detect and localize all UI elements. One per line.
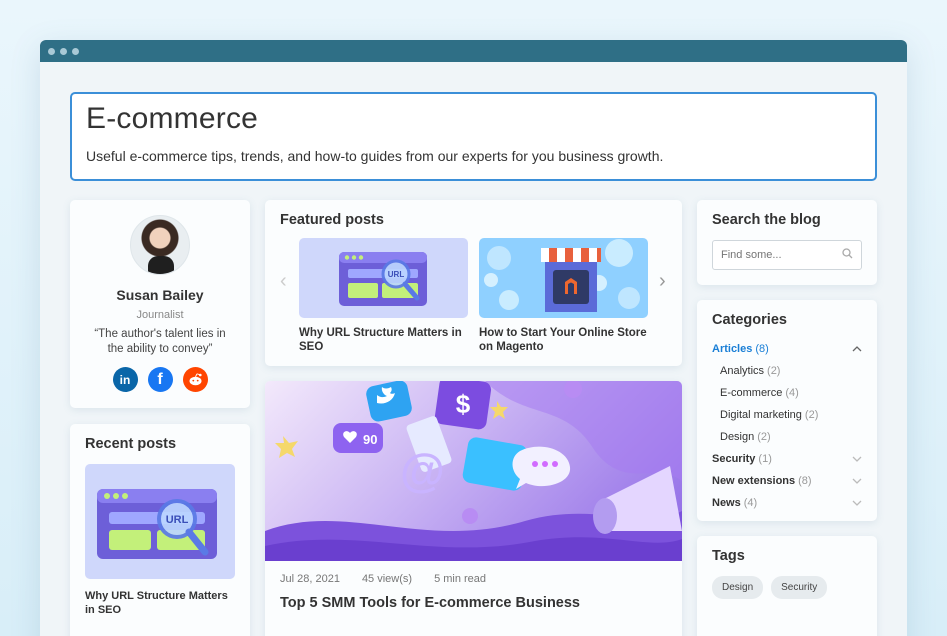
category-item-analytics[interactable]: Analytics (2): [712, 360, 862, 382]
category-label[interactable]: Design: [720, 431, 754, 443]
post-card[interactable]: 90 $ @ Jul 28, 2021 45 view(s) 5 min rea…: [265, 381, 682, 636]
reddit-alien-glyph: [189, 373, 202, 386]
category-count: (8): [755, 343, 769, 355]
categories-list: Articles (8) Analytics (2) E-commerce (4) D…: [712, 338, 862, 514]
svg-text:$: $: [456, 389, 471, 419]
chevron-up-icon[interactable]: [852, 344, 862, 354]
smm-illustration: 90 $ @: [265, 381, 682, 561]
category-item-articles[interactable]: Articles (8): [712, 338, 862, 360]
window-control-dot[interactable]: [60, 47, 67, 55]
featured-post-title[interactable]: How to Start Your Online Store on Magent…: [479, 326, 648, 354]
categories-heading: Categories: [712, 312, 787, 328]
category-label[interactable]: Articles: [712, 343, 752, 355]
post-banner-image[interactable]: 90 $ @: [265, 381, 682, 561]
social-links: in f: [70, 367, 250, 392]
avatar[interactable]: [130, 215, 190, 275]
page-subtitle: Useful e-commerce tips, trends, and how-…: [86, 148, 664, 164]
recent-post-title[interactable]: Why URL Structure Matters in SEO: [85, 589, 235, 617]
svg-text:URL: URL: [388, 270, 405, 279]
featured-post-image[interactable]: URL: [299, 238, 468, 318]
category-count: (2): [757, 431, 771, 443]
browser-window: E-commerce Useful e-commerce tips, trend…: [40, 40, 907, 636]
page-title: E-commerce: [86, 102, 259, 135]
category-label[interactable]: Security: [712, 453, 755, 465]
category-header: E-commerce Useful e-commerce tips, trend…: [70, 92, 877, 181]
post-views: 45 view(s): [361, 573, 413, 585]
category-label[interactable]: New extensions: [712, 475, 795, 487]
search-input[interactable]: [721, 249, 831, 261]
category-count: (8): [798, 475, 812, 487]
category-label[interactable]: News: [712, 497, 741, 509]
chevron-down-icon[interactable]: [852, 498, 862, 508]
author-role: Journalist: [136, 309, 184, 321]
like-count: 90: [363, 432, 377, 447]
category-count: (2): [767, 365, 781, 377]
recent-posts-card: Recent posts URL Why URL Structure Matte…: [70, 424, 250, 636]
categories-card: Categories Articles (8) Analytics (2) E-co…: [697, 300, 877, 521]
post-meta: Jul 28, 2021 45 view(s) 5 min read: [280, 573, 667, 585]
tag-security[interactable]: Security: [771, 576, 828, 599]
featured-post-image[interactable]: [479, 238, 648, 318]
recent-posts-heading: Recent posts: [85, 436, 177, 452]
category-label[interactable]: Digital marketing: [720, 409, 802, 421]
url-illustration: URL: [339, 252, 427, 306]
chevron-right-icon[interactable]: ›: [659, 270, 667, 293]
search-card: Search the blog: [697, 200, 877, 285]
svg-text:URL: URL: [166, 514, 189, 526]
search-icon[interactable]: [842, 248, 853, 262]
post-read-time: 5 min read: [434, 573, 487, 585]
chevron-down-icon[interactable]: [852, 454, 862, 464]
featured-posts-heading: Featured posts: [280, 212, 384, 228]
author-name[interactable]: Susan Bailey: [70, 287, 250, 303]
category-item-design[interactable]: Design (2): [712, 426, 862, 448]
category-count: (4): [743, 497, 758, 509]
post-title[interactable]: Top 5 SMM Tools for E-commerce Business: [280, 595, 667, 611]
category-item-security[interactable]: Security (1): [712, 448, 862, 470]
category-count: (1): [758, 453, 772, 465]
chevron-left-icon[interactable]: ‹: [280, 270, 288, 293]
post-date: Jul 28, 2021: [280, 573, 340, 585]
magento-store-illustration: [484, 239, 640, 312]
category-item-ecommerce[interactable]: E-commerce (4): [712, 382, 862, 404]
tags-heading: Tags: [712, 548, 745, 564]
window-control-dot[interactable]: [72, 47, 79, 55]
recent-post-image[interactable]: URL: [85, 464, 235, 579]
chevron-down-icon[interactable]: [852, 476, 862, 486]
svg-text:@: @: [400, 444, 445, 496]
author-card: Susan Bailey Journalist “The author's ta…: [70, 200, 250, 408]
category-label[interactable]: Analytics: [720, 365, 764, 377]
window-titlebar: [40, 40, 907, 62]
featured-posts-card: Featured posts ‹ URL Why URL Structure M…: [265, 200, 682, 366]
tag-design[interactable]: Design: [712, 576, 764, 599]
category-label[interactable]: E-commerce: [720, 387, 782, 399]
featured-post-item[interactable]: How to Start Your Online Store on Magent…: [479, 238, 648, 354]
category-item-digital-marketing[interactable]: Digital marketing (2): [712, 404, 862, 426]
featured-post-title[interactable]: Why URL Structure Matters in SEO: [299, 326, 468, 354]
window-control-dot[interactable]: [48, 47, 55, 55]
url-illustration: URL: [97, 489, 217, 559]
search-heading: Search the blog: [712, 212, 821, 228]
facebook-icon[interactable]: f: [147, 367, 173, 392]
search-box[interactable]: [712, 240, 862, 270]
category-count: (2): [804, 409, 819, 421]
linkedin-icon[interactable]: in: [112, 367, 138, 392]
author-quote: “The author's talent lies in the ability…: [94, 328, 226, 355]
category-count: (4): [785, 387, 799, 399]
reddit-icon[interactable]: [182, 367, 208, 392]
category-item-new-extensions[interactable]: New extensions (8): [712, 470, 862, 492]
tag-list: Design Security: [712, 576, 862, 599]
tags-card: Tags Design Security: [697, 536, 877, 636]
featured-carousel: ‹ URL Why URL Structure Matters in SEO H…: [280, 238, 667, 354]
featured-post-item[interactable]: URL Why URL Structure Matters in SEO: [299, 238, 468, 354]
category-item-news[interactable]: News (4): [712, 492, 862, 514]
